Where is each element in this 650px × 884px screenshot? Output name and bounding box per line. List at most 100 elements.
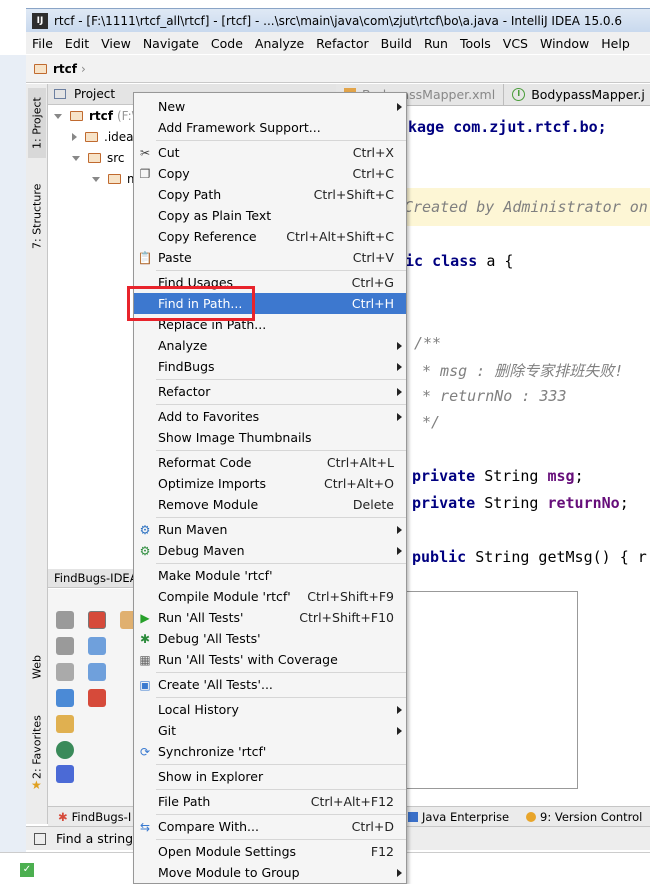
import-icon[interactable] <box>56 715 74 733</box>
menu-item-label: New <box>158 99 186 114</box>
scope-icon[interactable] <box>88 637 106 655</box>
expand-arrow-icon[interactable] <box>72 155 80 161</box>
group-icon[interactable] <box>56 663 74 681</box>
code-class-line: lic class a { <box>396 252 514 270</box>
tree-node-main[interactable]: m <box>92 169 139 189</box>
menu-item-make-module-rtcf[interactable]: Make Module 'rtcf' <box>134 565 406 586</box>
menu-file[interactable]: File <box>32 36 53 51</box>
side-tab-favorites[interactable]: 2: Favorites <box>28 712 46 782</box>
code-doc-return: * returnNo : 333 <box>422 387 567 405</box>
menu-item-refactor[interactable]: Refactor <box>134 381 406 402</box>
menu-item-debug-all-tests[interactable]: ✱ Debug 'All Tests' <box>134 628 406 649</box>
stats-icon[interactable] <box>56 765 74 783</box>
java-enterprise-icon <box>408 811 418 822</box>
menu-item-run-maven[interactable]: ⚙ Run Maven <box>134 519 406 540</box>
compare-icon: ⇆ <box>139 819 151 834</box>
bug-icon[interactable] <box>56 611 74 629</box>
submenu-arrow-icon <box>397 525 402 534</box>
status-toggle-icon[interactable] <box>34 832 46 845</box>
tool-java-enterprise[interactable]: Java Enterprise <box>408 810 509 824</box>
menu-tools[interactable]: Tools <box>460 36 491 51</box>
menu-item-copy-path[interactable]: Copy Path Ctrl+Shift+C <box>134 184 406 205</box>
menu-item-remove-module[interactable]: Remove Module Delete <box>134 494 406 515</box>
menu-item-add-framework-support[interactable]: Add Framework Support... <box>134 117 406 138</box>
menu-item-file-path[interactable]: File Path Ctrl+Alt+F12 <box>134 791 406 812</box>
menu-item-compare-with[interactable]: ⇆ Compare With... Ctrl+D <box>134 816 406 837</box>
menu-item-move-module-to-group[interactable]: Move Module to Group <box>134 862 406 883</box>
menu-window[interactable]: Window <box>540 36 589 51</box>
menu-item-show-in-explorer[interactable]: Show in Explorer <box>134 766 406 787</box>
chart-icon[interactable] <box>56 741 74 759</box>
menu-item-add-to-favorites[interactable]: Add to Favorites <box>134 406 406 427</box>
project-panel-title[interactable]: Project <box>74 87 115 101</box>
menu-item-shortcut: Ctrl+V <box>352 250 394 265</box>
breadcrumb-rtcf[interactable]: rtcf <box>53 62 77 76</box>
menu-item-optimize-imports[interactable]: Optimize Imports Ctrl+Alt+O <box>134 473 406 494</box>
expand-arrow-icon[interactable] <box>54 113 62 119</box>
menu-separator <box>156 404 406 405</box>
tab-bodypassmapper-java[interactable]: I BodypassMapper.j <box>504 84 650 105</box>
tree-node-rtcf[interactable]: rtcf (F:\ <box>54 106 136 126</box>
interface-icon: I <box>512 88 526 101</box>
package-icon[interactable] <box>88 663 106 681</box>
menu-item-analyze[interactable]: Analyze <box>134 335 406 356</box>
menu-item-new[interactable]: New <box>134 96 406 117</box>
menu-item-copy-reference[interactable]: Copy Reference Ctrl+Alt+Shift+C <box>134 226 406 247</box>
menu-edit[interactable]: Edit <box>65 36 89 51</box>
code-method-getmsg: public String getMsg() { r <box>412 548 647 566</box>
menu-refactor[interactable]: Refactor <box>316 36 368 51</box>
menu-item-shortcut: Ctrl+Shift+F10 <box>299 610 394 625</box>
menu-code[interactable]: Code <box>211 36 243 51</box>
menu-item-debug-maven[interactable]: ⚙ Debug Maven <box>134 540 406 561</box>
menu-item-run-all-tests[interactable]: ▶ Run 'All Tests' Ctrl+Shift+F10 <box>134 607 406 628</box>
menu-navigate[interactable]: Navigate <box>143 36 199 51</box>
menu-view[interactable]: View <box>101 36 131 51</box>
expand-arrow-icon[interactable] <box>92 176 100 182</box>
menu-item-compile-module-rtcf[interactable]: Compile Module 'rtcf' Ctrl+Shift+F9 <box>134 586 406 607</box>
menu-item-label: Show in Explorer <box>158 769 264 784</box>
side-tab-web[interactable]: Web <box>28 646 46 688</box>
side-tab-structure[interactable]: 7: Structure <box>28 176 46 256</box>
menu-item-synchronize-rtcf[interactable]: ⟳ Synchronize 'rtcf' <box>134 741 406 762</box>
star-icon: ★ <box>31 778 42 792</box>
menu-item-label: Optimize Imports <box>158 476 267 491</box>
analyze-bug-icon[interactable] <box>88 611 106 629</box>
menu-item-show-image-thumbnails[interactable]: Show Image Thumbnails <box>134 427 406 448</box>
menu-vcs[interactable]: VCS <box>503 36 528 51</box>
tree-node-idea[interactable]: .idea <box>72 127 134 147</box>
export-icon[interactable] <box>56 689 74 707</box>
menu-item-findbugs[interactable]: FindBugs <box>134 356 406 377</box>
menu-analyze[interactable]: Analyze <box>255 36 304 51</box>
menu-item-label: Git <box>158 723 177 738</box>
menu-item-local-history[interactable]: Local History <box>134 699 406 720</box>
menu-item-cut[interactable]: ✂ Cut Ctrl+X <box>134 142 406 163</box>
project-view-icon <box>54 89 66 99</box>
menu-item-create-all-tests[interactable]: ▣ Create 'All Tests'... <box>134 674 406 695</box>
findbugs-toolbar <box>48 589 138 807</box>
code-doc-msg: * msg : 删除专家排班失败! <box>422 362 624 380</box>
tree-node-src[interactable]: src <box>72 148 125 168</box>
menu-item-label: Copy as Plain Text <box>158 208 272 223</box>
background-window <box>0 55 26 884</box>
menu-item-run-all-tests-with-coverage[interactable]: ▦ Run 'All Tests' with Coverage <box>134 649 406 670</box>
menu-item-paste[interactable]: 📋 Paste Ctrl+V <box>134 247 406 268</box>
menu-build[interactable]: Build <box>381 36 412 51</box>
menu-item-git[interactable]: Git <box>134 720 406 741</box>
menu-item-open-module-settings[interactable]: Open Module Settings F12 <box>134 841 406 862</box>
menu-item-label: Remove Module <box>158 497 259 512</box>
collapse-arrow-icon[interactable] <box>72 133 77 141</box>
tool-version-control[interactable]: 9: Version Control <box>526 810 642 824</box>
menu-item-copy-as-plain-text[interactable]: Copy as Plain Text <box>134 205 406 226</box>
filter-icon[interactable] <box>88 689 106 707</box>
menu-help[interactable]: Help <box>601 36 630 51</box>
gear-icon[interactable] <box>56 637 74 655</box>
menu-item-label: Add to Favorites <box>158 409 260 424</box>
menu-separator <box>156 140 406 141</box>
menu-run[interactable]: Run <box>424 36 448 51</box>
side-tab-project[interactable]: 1: Project <box>28 88 46 158</box>
project-tree: rtcf (F:\ .idea src m <box>48 105 139 565</box>
menu-item-shortcut: Ctrl+Shift+F9 <box>307 589 394 604</box>
menu-item-reformat-code[interactable]: Reformat Code Ctrl+Alt+L <box>134 452 406 473</box>
tool-findbugs[interactable]: ✱ FindBugs-I <box>58 810 131 824</box>
menu-item-copy[interactable]: ❐ Copy Ctrl+C <box>134 163 406 184</box>
